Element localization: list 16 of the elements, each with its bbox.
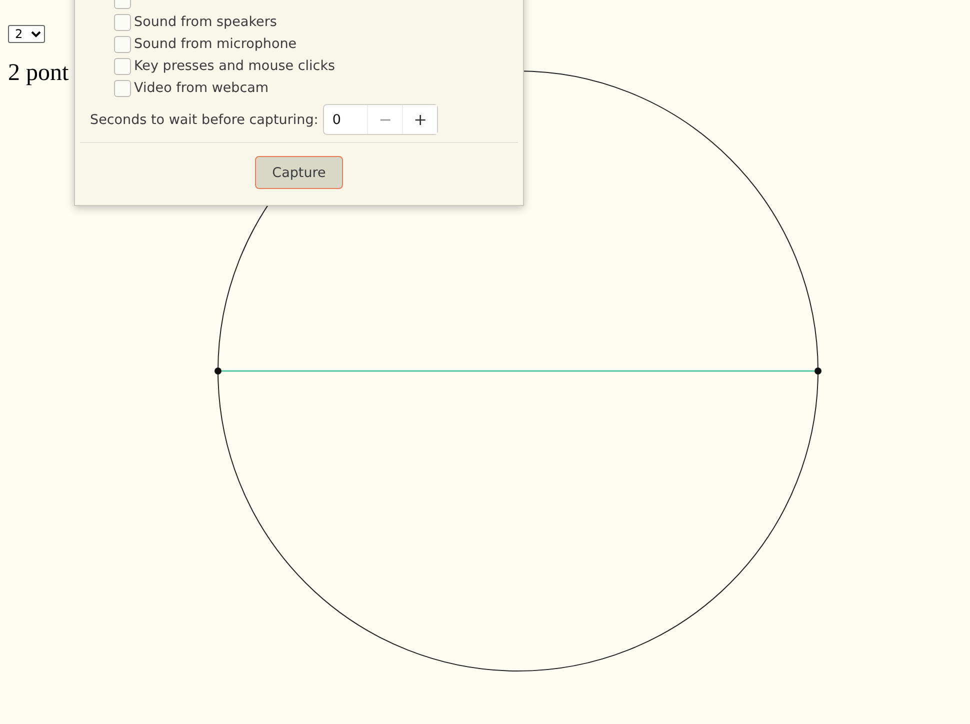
increment-button[interactable]: + bbox=[402, 105, 438, 134]
count-select[interactable]: 2 bbox=[8, 25, 45, 43]
point-marker bbox=[814, 368, 822, 374]
point-marker bbox=[214, 368, 222, 374]
option-label: Video from webcam bbox=[134, 80, 269, 96]
delay-label: Seconds to wait before capturing: bbox=[90, 112, 318, 128]
heading: 2 pont bbox=[8, 60, 69, 87]
option-label: Sound from microphone bbox=[134, 36, 297, 52]
checkbox[interactable] bbox=[114, 14, 131, 30]
option-label: Key presses and mouse clicks bbox=[134, 58, 336, 74]
delay-spin-field[interactable]: 0 − + bbox=[323, 104, 438, 135]
checkbox[interactable] bbox=[114, 36, 131, 52]
capture-button[interactable]: Capture bbox=[255, 156, 343, 189]
checkbox[interactable] bbox=[114, 80, 131, 96]
checkbox[interactable] bbox=[114, 58, 131, 74]
option-label: Sound from speakers bbox=[134, 14, 277, 30]
